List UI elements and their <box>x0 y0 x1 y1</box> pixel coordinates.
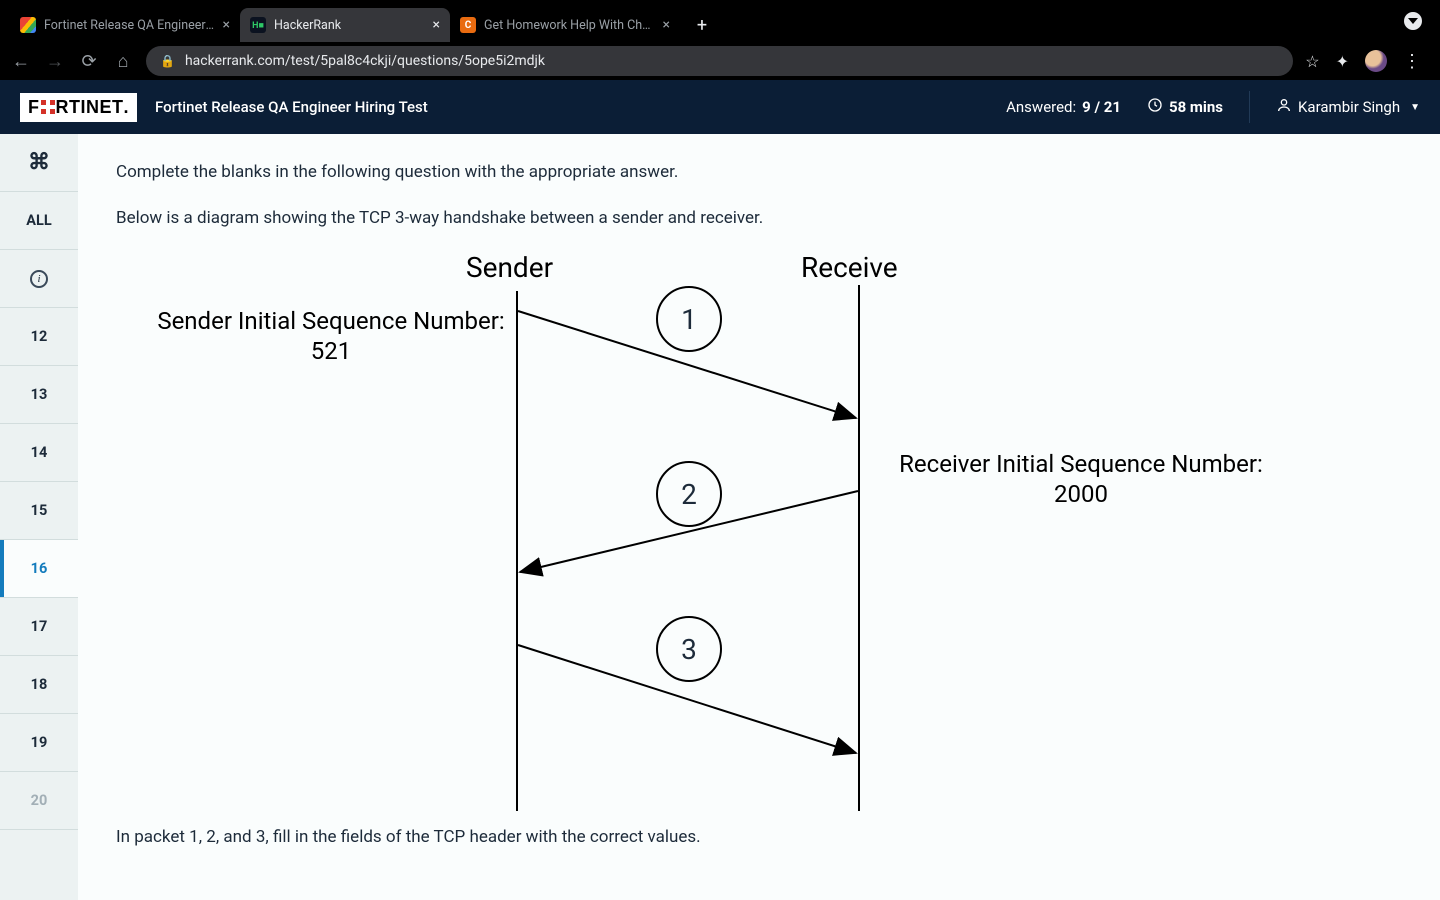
packet-2-label: 2 <box>656 461 722 527</box>
new-tab-button[interactable]: + <box>688 11 716 39</box>
answered-value: 9 / 21 <box>1082 98 1121 116</box>
question-intro: Complete the blanks in the following que… <box>116 160 1400 186</box>
browser-tab-chegg[interactable]: C Get Homework Help With Cheg × <box>450 8 680 42</box>
fortinet-logo: FRTINET. <box>20 93 137 122</box>
time-remaining: 58 mins <box>1147 97 1223 117</box>
lock-icon: 🔒 <box>160 54 175 68</box>
forward-button[interactable]: → <box>44 51 66 72</box>
clock-icon <box>1147 97 1163 117</box>
gmail-icon <box>20 17 36 33</box>
sidebar-info-icon[interactable]: i <box>0 250 78 308</box>
browser-tab-strip: Fortinet Release QA Engineer H × H■ Hack… <box>0 0 1440 42</box>
home-button[interactable]: ⌂ <box>112 51 134 72</box>
chrome-menu-icon[interactable]: ⋮ <box>1403 51 1422 72</box>
close-icon[interactable]: × <box>663 17 670 33</box>
sidebar-question-19[interactable]: 19 <box>0 714 78 772</box>
question-description: Below is a diagram showing the TCP 3-way… <box>116 206 1400 232</box>
sidebar-question-12[interactable]: 12 <box>0 308 78 366</box>
packet-3-label: 3 <box>656 616 722 682</box>
user-menu[interactable]: Karambir Singh ▼ <box>1276 97 1420 117</box>
sidebar-question-17[interactable]: 17 <box>0 598 78 656</box>
close-icon[interactable]: × <box>433 17 440 33</box>
logo-text-left: F <box>28 97 40 118</box>
logo-text-right: RTINET <box>56 97 124 118</box>
user-name: Karambir Singh <box>1298 98 1400 116</box>
person-icon <box>1276 97 1292 117</box>
tab-title: Get Homework Help With Cheg <box>484 18 655 33</box>
sidebar-question-13[interactable]: 13 <box>0 366 78 424</box>
tcp-handshake-diagram: Sender Receive Sender Initial Sequence N… <box>116 251 1276 811</box>
test-title: Fortinet Release QA Engineer Hiring Test <box>155 98 428 116</box>
back-button[interactable]: ← <box>10 51 32 72</box>
sidebar-command-icon[interactable]: ⌘ <box>0 134 78 192</box>
tabs-right-controls <box>1404 0 1440 42</box>
url-text: hackerrank.com/test/5pal8c4ckji/question… <box>185 53 545 69</box>
tab-title: HackerRank <box>274 18 425 33</box>
extensions-icon[interactable]: ✦ <box>1336 52 1349 71</box>
sidebar-question-15[interactable]: 15 <box>0 482 78 540</box>
chrome-account-icon[interactable] <box>1404 12 1422 30</box>
sidebar-question-18[interactable]: 18 <box>0 656 78 714</box>
close-icon[interactable]: × <box>223 17 230 33</box>
question-footer: In packet 1, 2, and 3, fill in the field… <box>116 825 1400 851</box>
time-value: 58 mins <box>1169 98 1223 116</box>
reload-button[interactable]: ⟳ <box>78 51 100 72</box>
sidebar-all[interactable]: ALL <box>0 192 78 250</box>
bookmark-star-icon[interactable]: ☆ <box>1305 52 1319 71</box>
chevron-down-icon: ▼ <box>1410 102 1420 113</box>
answered-label: Answered: <box>1006 98 1076 116</box>
address-bar[interactable]: 🔒 hackerrank.com/test/5pal8c4ckji/questi… <box>146 46 1293 76</box>
logo-red-icon <box>41 100 55 114</box>
chegg-icon: C <box>460 17 476 33</box>
sidebar-question-16[interactable]: 16 <box>0 540 78 598</box>
browser-tab-hackerrank[interactable]: H■ HackerRank × <box>240 8 450 42</box>
header-separator <box>1249 91 1250 123</box>
browser-toolbar: ← → ⟳ ⌂ 🔒 hackerrank.com/test/5pal8c4ckj… <box>0 42 1440 80</box>
sidebar-question-14[interactable]: 14 <box>0 424 78 482</box>
answered-counter: Answered: 9 / 21 <box>1006 98 1121 116</box>
packet-1-label: 1 <box>656 286 722 352</box>
workspace: ⌘ ALL i 121314151617181920 Complete the … <box>0 134 1440 900</box>
app-header: FRTINET. Fortinet Release QA Engineer Hi… <box>0 80 1440 134</box>
question-sidebar: ⌘ ALL i 121314151617181920 <box>0 134 78 900</box>
profile-avatar[interactable] <box>1365 50 1387 72</box>
browser-tab-gmail[interactable]: Fortinet Release QA Engineer H × <box>10 8 240 42</box>
question-content: Complete the blanks in the following que… <box>78 134 1440 900</box>
sidebar-question-20[interactable]: 20 <box>0 772 78 830</box>
hackerrank-icon: H■ <box>250 17 266 33</box>
tab-title: Fortinet Release QA Engineer H <box>44 18 215 33</box>
